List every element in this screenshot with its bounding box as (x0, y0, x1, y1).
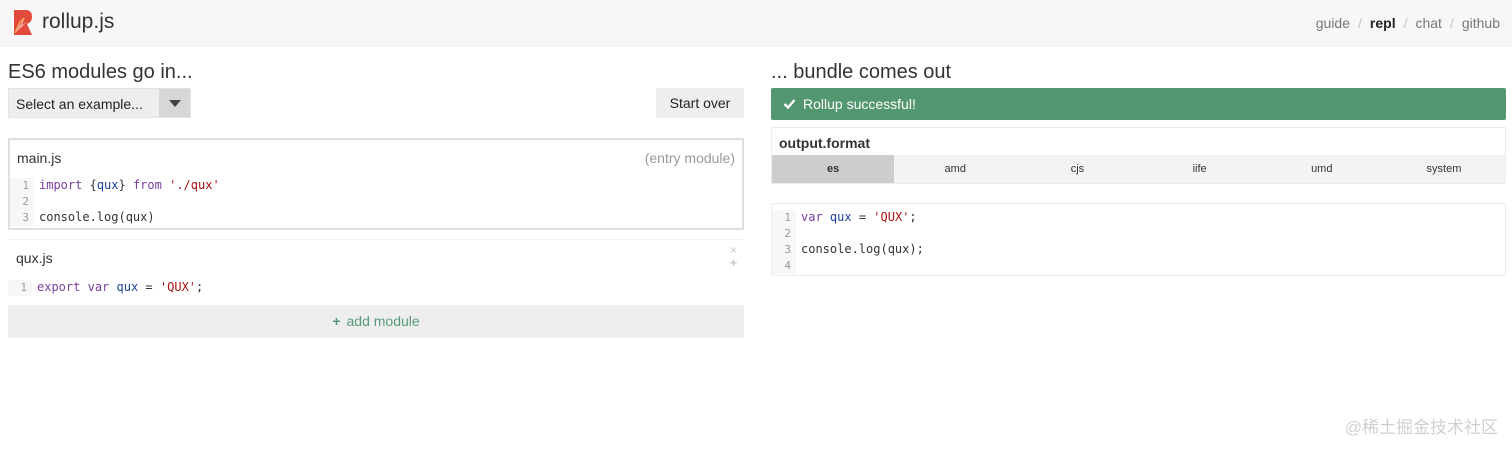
line-number: 1 (10, 178, 34, 194)
format-tab-umd[interactable]: umd (1261, 155, 1383, 183)
code-line: 1 import {qux} from './qux' (10, 177, 742, 194)
module-qux: qux.js × + 1 export var qux = 'QUX'; (8, 239, 744, 297)
module-filename[interactable]: main.js (17, 150, 61, 166)
code-text: var qux = 'QUX'; (796, 209, 917, 225)
code-line: 3 console.log(qux) (10, 209, 742, 226)
output-code-editor[interactable]: 1 var qux = 'QUX'; 2 3 console.log(qux); 4 (772, 209, 1505, 274)
code-line: 1 export var qux = 'QUX'; (8, 279, 744, 296)
code-token: qux (96, 178, 119, 192)
nav-link-chat[interactable]: chat (1415, 15, 1441, 31)
code-line: 1 var qux = 'QUX'; (772, 209, 1505, 226)
nav-link-guide[interactable]: guide (1316, 15, 1350, 31)
line-number: 1 (8, 280, 32, 296)
nav-separator: / (1403, 15, 1408, 31)
code-token: console.log(qux); (801, 242, 924, 256)
brand-name[interactable]: rollup.js (42, 10, 114, 34)
start-over-button[interactable]: Start over (656, 88, 744, 118)
code-token: 'QUX' (159, 280, 197, 294)
code-editor[interactable]: 1 export var qux = 'QUX'; (8, 279, 744, 296)
code-token: var (87, 280, 110, 294)
code-token: { (82, 178, 97, 192)
code-editor[interactable]: 1 import {qux} from './qux' 2 3 console.log(… (10, 177, 742, 226)
line-number: 3 (772, 242, 796, 258)
format-tabs: es amd cjs iife umd system (772, 155, 1505, 183)
nav-separator: / (1358, 15, 1362, 31)
plus-icon: + (332, 313, 341, 329)
code-text: console.log(qux) (34, 209, 155, 225)
module-main: main.js (entry module) 1 import {qux} fro… (8, 138, 744, 230)
rollup-logo-icon[interactable] (11, 9, 33, 36)
module-filename[interactable]: qux.js (16, 250, 53, 266)
close-icon[interactable]: × (730, 243, 737, 257)
code-token: = (851, 210, 874, 224)
output-panel-title: ... bundle comes out (771, 61, 952, 83)
code-token: console.log(qux) (39, 210, 155, 224)
code-token: } (118, 178, 133, 192)
line-number: 4 (772, 258, 796, 274)
example-select[interactable]: Select an example... (8, 88, 191, 118)
code-line: 2 (10, 193, 742, 210)
entry-module-label: (entry module) (644, 150, 735, 166)
code-token: import (39, 178, 83, 192)
output-format-box: output.format es amd cjs iife umd system (771, 127, 1506, 184)
code-token: var (801, 210, 823, 224)
code-token: qux (116, 280, 139, 294)
top-bar: rollup.js guide / repl / chat / github (0, 0, 1512, 46)
code-text: import {qux} from './qux' (34, 177, 220, 193)
code-text: export var qux = 'QUX'; (32, 279, 203, 295)
watermark: @稀土掘金技术社区 (1344, 418, 1498, 437)
select-dropdown-button[interactable] (159, 89, 190, 117)
format-tab-amd[interactable]: amd (894, 155, 1016, 183)
nav-separator: / (1449, 15, 1454, 31)
code-token: from (132, 178, 162, 192)
line-number: 1 (772, 210, 796, 226)
input-panel-title: ES6 modules go in... (8, 61, 193, 83)
code-token: qux (829, 210, 852, 224)
format-tab-iife[interactable]: iife (1139, 155, 1261, 183)
code-token: 'QUX' (873, 210, 910, 224)
code-token: export (37, 280, 81, 294)
chevron-down-icon (169, 100, 181, 107)
nav-link-repl[interactable]: repl (1370, 15, 1396, 31)
format-tab-cjs[interactable]: cjs (1016, 155, 1138, 183)
check-icon (783, 99, 796, 110)
code-token: ; (196, 280, 204, 294)
code-token: './qux' (169, 178, 220, 192)
output-format-label: output.format (779, 135, 870, 151)
code-line: 2 (772, 225, 1505, 242)
format-tab-system[interactable]: system (1383, 155, 1505, 183)
code-text: console.log(qux); (796, 241, 924, 257)
status-banner: Rollup successful! (771, 88, 1506, 120)
code-token: = (138, 280, 160, 294)
format-tab-es[interactable]: es (772, 155, 895, 183)
line-number: 2 (772, 226, 796, 242)
top-nav: guide / repl / chat / github (1316, 15, 1500, 31)
nav-link-github[interactable]: github (1462, 15, 1500, 31)
example-select-value: Select an example... (16, 96, 143, 112)
code-line: 4 (772, 257, 1505, 274)
status-text: Rollup successful! (803, 96, 916, 112)
line-number: 3 (10, 210, 34, 226)
add-module-button[interactable]: + add module (8, 305, 744, 338)
line-number: 2 (10, 194, 34, 210)
add-module-label: add module (346, 313, 420, 329)
plus-icon[interactable]: + (730, 256, 737, 270)
code-line: 3 console.log(qux); (772, 241, 1505, 258)
output-code-box: 1 var qux = 'QUX'; 2 3 console.log(qux); 4 (771, 203, 1506, 276)
code-token: ; (909, 210, 917, 224)
